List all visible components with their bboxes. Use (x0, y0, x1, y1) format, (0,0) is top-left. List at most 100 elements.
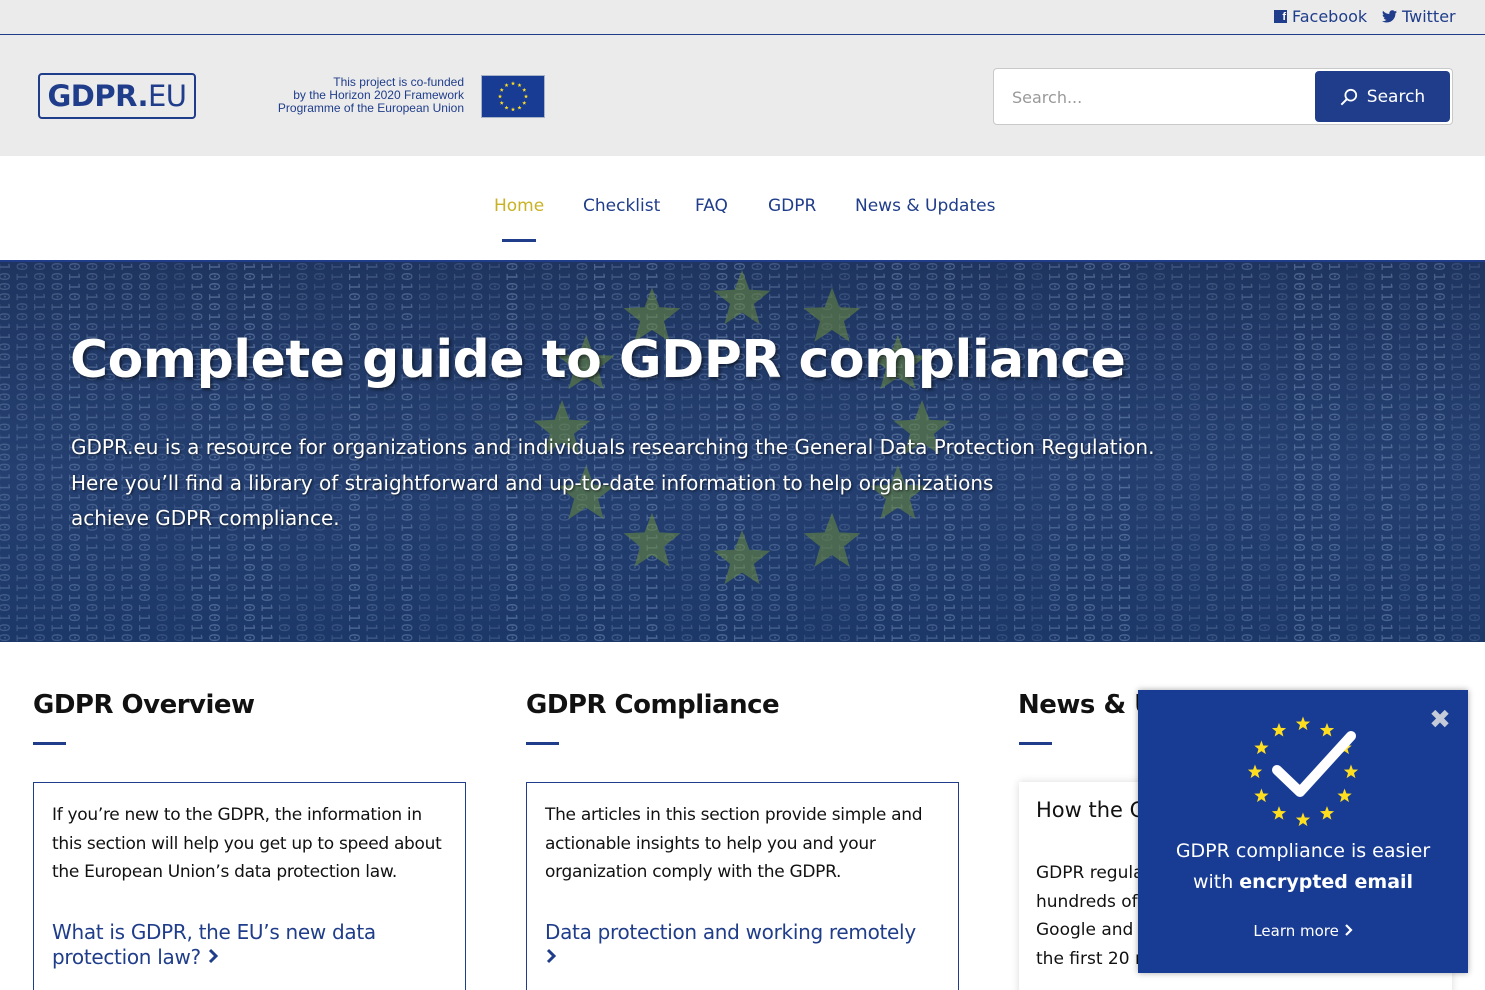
heading-rule (33, 742, 66, 745)
binary-digits-column: 1111000000011011001111110101001111001110 (1378, 262, 1396, 642)
popup-subheadline: with encrypted email (1138, 871, 1468, 893)
gdpr-compliance-article-link[interactable]: Data protection and working remotely (545, 920, 945, 970)
nav-item-faq[interactable]: FAQ (695, 196, 728, 216)
chevron-right-icon (546, 948, 557, 964)
checkmark-icon (1272, 731, 1356, 797)
emblem-star (1295, 812, 1311, 827)
gdpr-eu-logo[interactable]: GDPR. EU (38, 73, 196, 119)
close-icon[interactable]: ✖ (1428, 707, 1452, 733)
flag-star (522, 100, 527, 105)
site-header: GDPR. EU This project is co-funded by the… (0, 35, 1485, 156)
nav-item-news-updates[interactable]: News & Updates (855, 196, 995, 216)
eu-stars-checkmark-icon (1247, 716, 1359, 827)
gdpr-overview-heading: GDPR Overview (33, 690, 255, 720)
emblem-star (1254, 740, 1269, 755)
emblem-star (1295, 716, 1311, 731)
flag-star (523, 94, 529, 99)
learn-more-label: Learn more (1253, 922, 1339, 940)
binary-digits-column: 1000101100110001010001100100110010010010 (0, 262, 13, 642)
binary-digits-column: 1011100110010101000110000000010110101010 (1465, 262, 1483, 642)
card-text: The articles in this section provide sim… (545, 805, 923, 882)
chevron-right-icon (1344, 924, 1353, 936)
emblem-star (1247, 764, 1263, 779)
popup-subheadline-bold: encrypted email (1239, 871, 1414, 893)
top-bar: f Facebook Twitter (0, 0, 1485, 35)
search-button[interactable]: Search (1315, 71, 1450, 122)
binary-digits-column: 0100101111011000010011111110011111111000 (1430, 262, 1448, 642)
binary-digits-column: 0011100001101101100000101011011100101001 (1448, 262, 1466, 642)
emblem-star (1319, 806, 1335, 820)
binary-digits-column: 0001000101001110001111010110101100101010 (1413, 262, 1431, 642)
facebook-label: Facebook (1292, 7, 1368, 26)
news-updates-heading: News & U (1018, 690, 1155, 720)
popup-headline: GDPR compliance is easier (1175, 840, 1431, 862)
binary-digits-column: 1000011000001000101010001010010011100011 (1290, 262, 1308, 642)
flag-star (499, 87, 504, 92)
hero-title: Complete guide to GDPR compliance (70, 330, 1126, 390)
chevron-right-icon (208, 948, 218, 964)
facebook-link[interactable]: f Facebook (1274, 7, 1367, 26)
card-link-label: Data protection and working remotely (545, 920, 916, 944)
active-nav-indicator (502, 239, 536, 242)
nav-item-checklist[interactable]: Checklist (583, 196, 660, 216)
flag-star (504, 105, 509, 110)
binary-digits-column: 0001101001001011001100011110100001110000 (30, 262, 48, 642)
binary-digits-column: 0000100010000001010111000100000100111001 (48, 262, 66, 642)
emblem-star (1337, 788, 1352, 803)
flag-star (517, 83, 522, 88)
flag-star (522, 87, 527, 92)
popup-subheadline-prefix: with (1192, 871, 1240, 893)
flag-star (510, 81, 516, 86)
emblem-star (1271, 722, 1287, 737)
binary-digits-column: 0101011100100011001100000111011111110010 (1308, 262, 1326, 642)
emblem-star (1254, 788, 1269, 803)
emblem-star (1271, 806, 1287, 820)
hero-description: GDPR.eu is a resource for organizations … (71, 430, 1221, 537)
card-text: If you’re new to the GDPR, the informati… (52, 805, 442, 882)
binary-digits-column: 0111010001010101001000101001110001101010 (1238, 262, 1256, 642)
news-article-title: How the G (1036, 798, 1146, 822)
binary-digits-column: 1000001111100001010010101010110001100100 (1273, 262, 1291, 642)
flag-star (499, 100, 504, 105)
cofund-notice: This project is co-funded by the Horizon… (262, 76, 464, 115)
main-nav: Home Checklist FAQ GDPR News & Updates (0, 156, 1485, 262)
search-bar: Search (993, 68, 1453, 125)
gdpr-compliance-card: The articles in this section provide sim… (526, 782, 959, 990)
binary-digits-column: 0001000110010100001011001111110000111111 (1395, 262, 1413, 642)
search-icon (1340, 88, 1357, 105)
nav-item-gdpr[interactable]: GDPR (768, 196, 816, 216)
hero-description-line: Here you’ll find a library of straightfo… (71, 470, 994, 495)
logo-bold-text: GDPR. (47, 79, 148, 113)
binary-digits-column: 0001001011011001101001101011100101110011 (1360, 262, 1378, 642)
emblem-star (1343, 764, 1359, 779)
flag-star (517, 105, 522, 110)
nav-item-home[interactable]: Home (494, 196, 544, 216)
binary-digits-column: 1101000100000101001011110111111101110001 (1343, 262, 1361, 642)
search-input[interactable] (1000, 75, 1300, 119)
search-button-label: Search (1366, 86, 1426, 107)
gdpr-overview-card: If you’re new to the GDPR, the informati… (33, 782, 466, 990)
binary-digits-column: 1011101101001101111111011100010111110111 (1255, 262, 1273, 642)
binary-digits-column: 0100111101110111001111110000011111100101 (1220, 262, 1238, 642)
emblem-star (1319, 722, 1335, 737)
heading-rule (526, 742, 559, 745)
eu-flag-icon (481, 75, 545, 118)
facebook-icon: f (1274, 10, 1287, 23)
learn-more-link[interactable]: Learn more (1138, 922, 1468, 940)
flag-star (504, 83, 509, 88)
binary-digits-column: 1011100110110100100010001001001011111011 (1325, 262, 1343, 642)
gdpr-overview-article-link[interactable]: What is GDPR, the EU’s new data protecti… (52, 920, 452, 970)
flag-star (510, 107, 516, 112)
logo-light-text: EU (147, 79, 187, 113)
flag-star (497, 94, 503, 99)
gdpr-compliance-heading: GDPR Compliance (526, 690, 780, 720)
twitter-icon (1382, 10, 1397, 23)
twitter-label: Twitter (1402, 7, 1456, 26)
hero-description-line: achieve GDPR compliance. (71, 506, 340, 530)
binary-digits-column: 0101001011000000111000010000100111111110 (13, 262, 31, 642)
hero-description-line: GDPR.eu is a resource for organizations … (71, 435, 1155, 459)
twitter-link[interactable]: Twitter (1382, 7, 1456, 26)
heading-rule (1019, 742, 1052, 745)
hero-banner: 1000101100110001010001100100110010010010… (0, 262, 1485, 642)
cofund-line: Programme of the European Union (277, 101, 464, 115)
